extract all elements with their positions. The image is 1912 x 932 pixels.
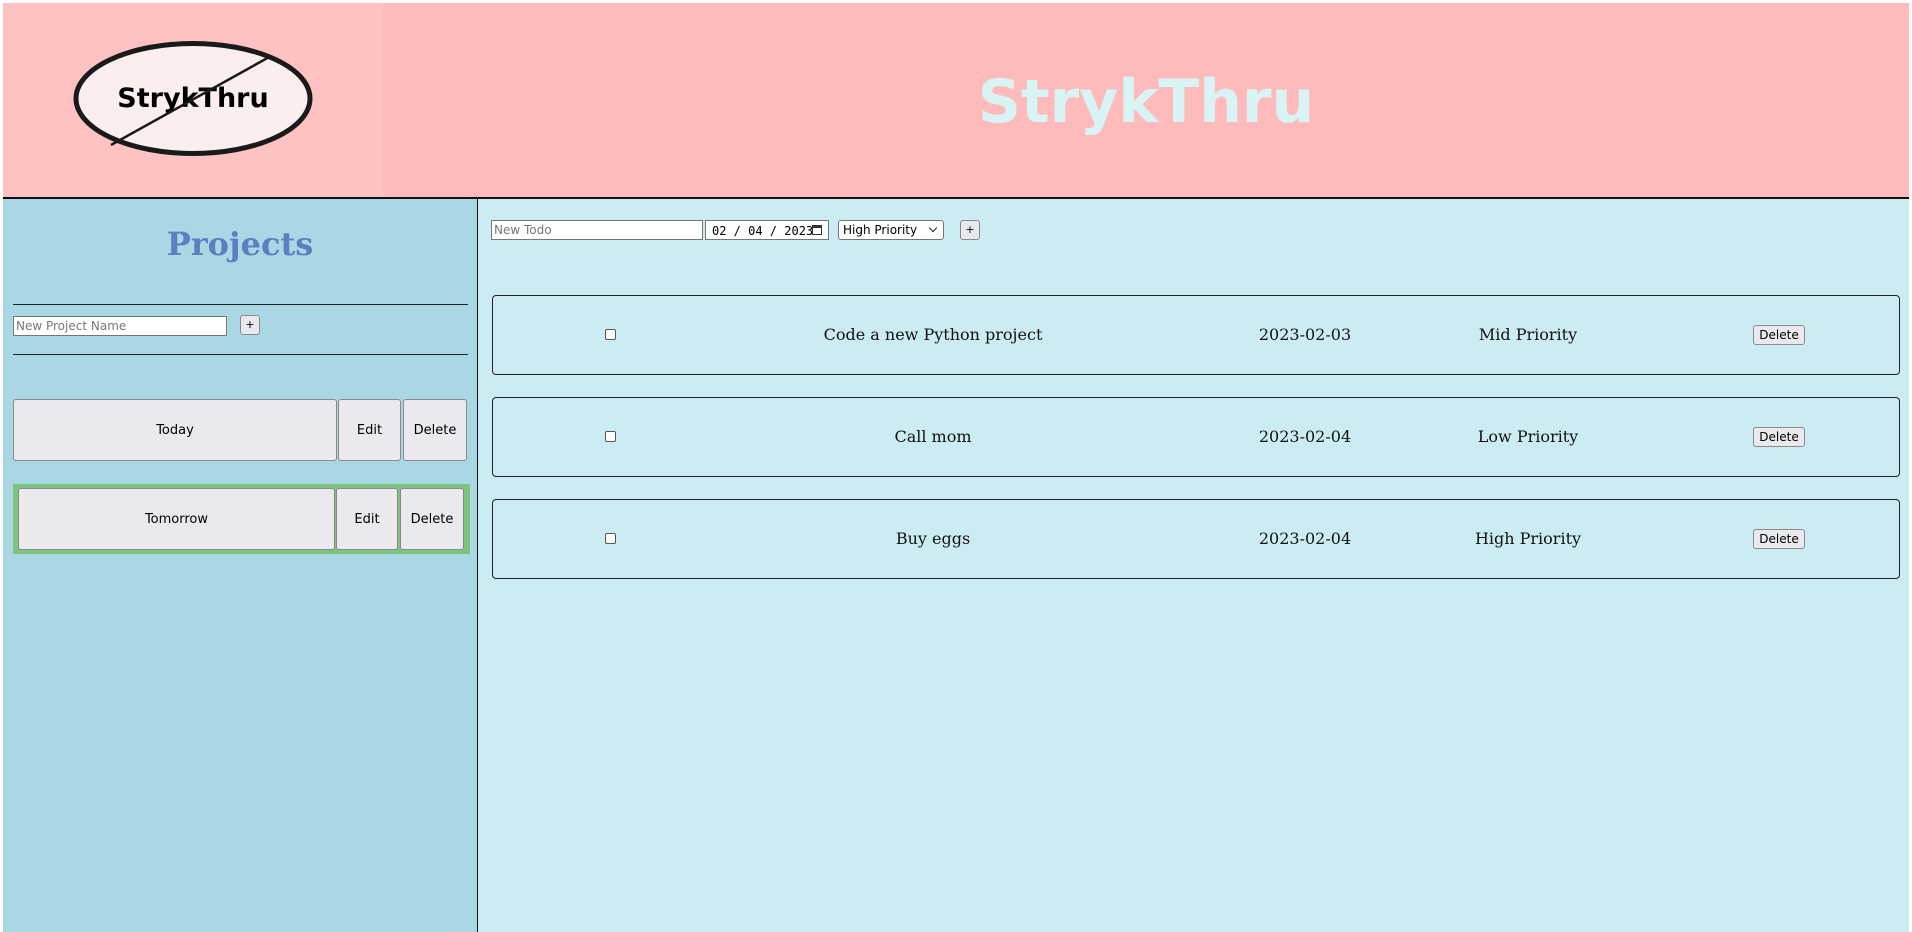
todo-item: Code a new Python project 2023-02-03 Mid…: [492, 295, 1900, 375]
divider: [13, 354, 468, 355]
chevron-down-icon: [928, 223, 938, 233]
todo-item: Buy eggs 2023-02-04 High Priority Delete: [492, 499, 1900, 579]
priority-select-value: High Priority: [843, 223, 918, 237]
app-root: StrykThru StrykThru Projects + Today Edi…: [3, 3, 1909, 932]
new-todo-input[interactable]: [491, 220, 703, 240]
divider: [13, 304, 468, 305]
edit-project-button[interactable]: Edit: [338, 399, 401, 461]
delete-todo-button[interactable]: Delete: [1753, 427, 1805, 447]
project-name-button[interactable]: Tomorrow: [18, 488, 335, 550]
delete-todo-button[interactable]: Delete: [1753, 529, 1805, 549]
todo-priority: Low Priority: [1477, 427, 1579, 446]
project-name-button[interactable]: Today: [13, 399, 337, 461]
project-item-tomorrow[interactable]: Tomorrow Edit Delete: [13, 484, 470, 554]
todo-priority: Mid Priority: [1478, 325, 1578, 344]
date-value: 02 / 04 / 2023: [712, 224, 814, 238]
todo-item: Call mom 2023-02-04 Low Priority Delete: [492, 397, 1900, 477]
todo-title: Call mom: [894, 427, 972, 446]
calendar-icon[interactable]: [812, 225, 822, 235]
edit-project-button[interactable]: Edit: [336, 488, 398, 550]
header: StrykThru StrykThru: [3, 3, 1909, 199]
delete-project-button[interactable]: Delete: [400, 488, 464, 550]
todo-date-input[interactable]: 02 / 04 / 2023: [705, 220, 829, 240]
todo-checkbox[interactable]: [605, 431, 616, 442]
todo-title: Buy eggs: [895, 529, 971, 548]
todo-title: Code a new Python project: [823, 325, 1043, 344]
logo-area: StrykThru: [3, 3, 383, 197]
todo-date: 2023-02-04: [1258, 529, 1352, 548]
todo-priority: High Priority: [1474, 529, 1582, 548]
project-item-today[interactable]: Today Edit Delete: [13, 399, 469, 463]
projects-sidebar: Projects + Today Edit Delete Tomorrow Ed…: [3, 199, 478, 932]
add-todo-button[interactable]: +: [960, 220, 980, 240]
add-project-button[interactable]: +: [240, 315, 260, 335]
delete-todo-button[interactable]: Delete: [1753, 325, 1805, 345]
priority-select[interactable]: High Priority: [838, 220, 944, 240]
todo-panel: 02 / 04 / 2023 High Priority + Code a ne…: [478, 199, 1909, 932]
todo-checkbox[interactable]: [605, 329, 616, 340]
todo-date: 2023-02-04: [1258, 427, 1352, 446]
todo-checkbox[interactable]: [605, 533, 616, 544]
projects-heading: Projects: [166, 225, 314, 263]
delete-project-button[interactable]: Delete: [403, 399, 467, 461]
todo-date: 2023-02-03: [1258, 325, 1352, 344]
app-title: StrykThru: [977, 67, 1315, 137]
strykthru-logo: StrykThru: [73, 41, 313, 156]
new-project-name-input[interactable]: [13, 316, 227, 336]
